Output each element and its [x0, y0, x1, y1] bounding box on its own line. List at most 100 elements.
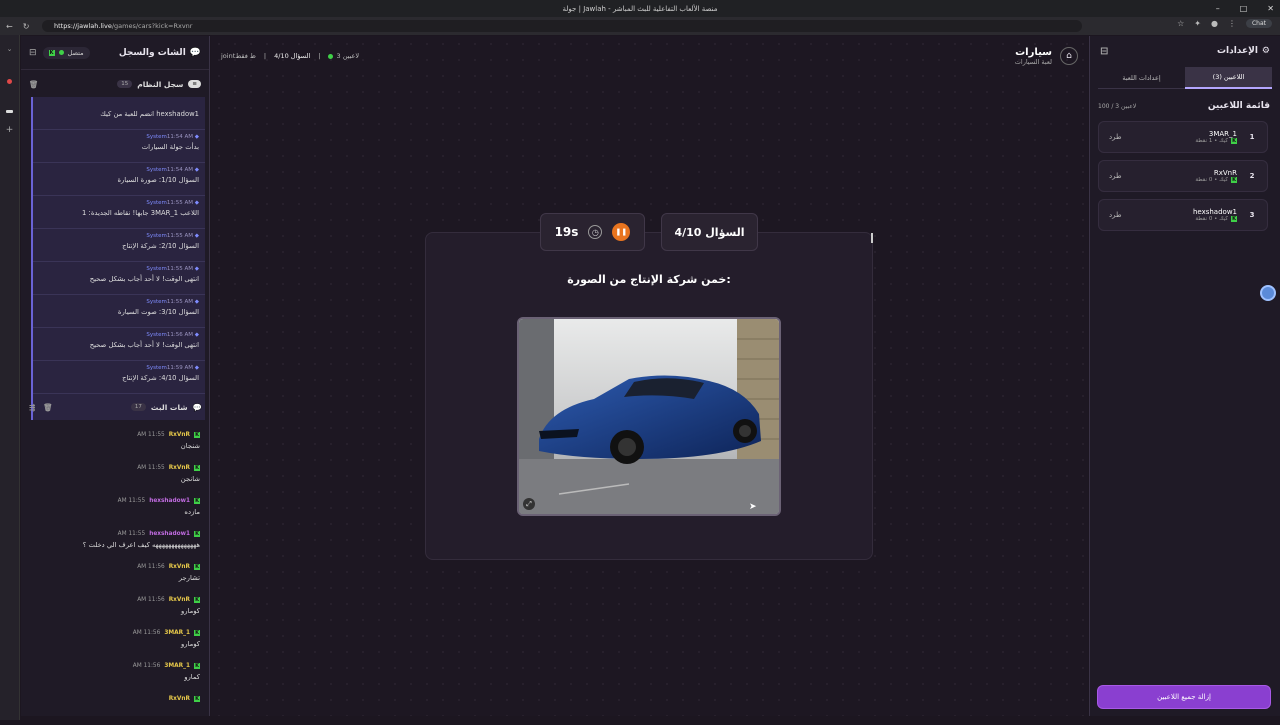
- chat-author[interactable]: RxVnR: [169, 696, 190, 702]
- log-meta: ◆ System11:55 AM: [39, 266, 199, 272]
- star-icon[interactable]: ☆: [1177, 19, 1184, 28]
- collapse-panel-icon[interactable]: ⊟: [29, 48, 37, 58]
- question-counter: السؤال 4/10: [661, 213, 758, 251]
- kick-icon: K: [194, 564, 200, 570]
- player-rank: 1: [1249, 133, 1255, 141]
- status-text: متصل: [67, 48, 84, 57]
- chat-message: K RxVnR 11:55 AM شنجان: [21, 428, 210, 461]
- kick-player-button[interactable]: طرد: [1109, 211, 1122, 219]
- assistant-icon[interactable]: [1260, 285, 1276, 301]
- player-rank: 3: [1249, 211, 1255, 219]
- chat-text: شنجان: [180, 442, 200, 450]
- chat-message: K 3MAR_1 11:56 AM كمارو: [21, 659, 210, 692]
- shield-icon: ◆: [194, 233, 199, 239]
- chat-log-panel: ⊟ K متصل الشات والسجل 💬 🗑 15 سجل النظام ≡ he…: [21, 36, 210, 716]
- kick-icon: K: [194, 465, 200, 471]
- back-icon[interactable]: ←: [6, 22, 13, 31]
- shield-icon: ◆: [194, 266, 199, 272]
- timer-value: 19s: [554, 225, 579, 239]
- log-entry: ◆ System11:54 AM السؤال 1/10: صورة السيار…: [33, 163, 205, 196]
- gear-icon: ⚙: [1261, 46, 1270, 56]
- log-text: السؤال 4/10: شركة الإنتاج: [122, 374, 199, 382]
- tab-players[interactable]: اللاعبين (3): [1185, 67, 1272, 89]
- collapse-panel-icon[interactable]: ⊟: [1100, 46, 1108, 57]
- chat-count: 17: [130, 403, 146, 411]
- players-list: طرد 3MAR_1 كيك • 1 نقطة K 1 طرد RxVnR كيك • 0 ن…: [1090, 121, 1280, 231]
- online-dot: [58, 50, 64, 55]
- chat-author[interactable]: RxVnR: [169, 597, 190, 603]
- chat-time: 11:55 AM: [117, 531, 146, 537]
- chevron-icon[interactable]: ⌄: [0, 45, 19, 53]
- pause-button[interactable]: ❚❚: [612, 223, 631, 241]
- kick-player-button[interactable]: طرد: [1109, 172, 1122, 180]
- question-text: خمن شركة الإنتاج من الصورة:: [567, 273, 731, 286]
- chat-time: 11:56 AM: [137, 564, 165, 570]
- url-field[interactable]: https://jawlah.live/games/cars?kick=Rxvn…: [42, 20, 1082, 32]
- record-icon[interactable]: [7, 79, 12, 84]
- log-entry: ◆ System11:55 AM السؤال 2/10: شركة الإنتا…: [33, 229, 205, 262]
- player-name: 3MAR_1: [1208, 130, 1237, 138]
- chat-author[interactable]: RxVnR: [169, 432, 190, 438]
- filter-icon[interactable]: ⇶: [29, 403, 35, 412]
- kick-icon: K: [1231, 138, 1237, 144]
- clock-icon: ◷: [588, 225, 603, 239]
- remove-all-players-button[interactable]: إزالة جميع اللاعبين: [1098, 686, 1270, 708]
- chat-button[interactable]: Chat: [1245, 19, 1272, 28]
- log-time: 11:55 AM: [166, 299, 194, 305]
- log-author: System: [146, 167, 167, 173]
- chat-author[interactable]: RxVnR: [169, 465, 190, 471]
- kick-icon: K: [1231, 177, 1237, 183]
- menu-icon[interactable]: ⋮: [1228, 19, 1236, 28]
- shield-icon: ◆: [194, 332, 199, 338]
- players-count: 3 لاعبين: [336, 52, 360, 60]
- log-time: 11:54 AM: [166, 134, 194, 140]
- log-entry: ◆ System11:54 AM بدأت جولة السيارات: [33, 130, 205, 163]
- kick-player-button[interactable]: طرد: [1109, 133, 1122, 141]
- player-row: طرد hexshadow1 كيك • 0 نقطة K 3: [1098, 199, 1268, 231]
- maximize-icon[interactable]: □: [1240, 4, 1248, 13]
- system-log-list: hexshadow1 انضم للعبة من كيك ◆ System11:5…: [31, 97, 205, 420]
- profile-icon[interactable]: ●: [1211, 19, 1218, 28]
- chat-author[interactable]: 3MAR_1: [164, 630, 190, 636]
- chat-time: 11:56 AM: [132, 663, 161, 669]
- log-meta: ◆ System11:54 AM: [39, 134, 199, 140]
- chat-message: K RxVnR 11:55 AM شانجن: [21, 461, 210, 494]
- tab-game-settings[interactable]: إعدادات اللعبة: [1098, 67, 1185, 89]
- settings-title: الإعدادات: [1216, 46, 1258, 56]
- chat-author[interactable]: hexshadow1: [149, 498, 190, 504]
- timer-box: 19s ◷ ❚❚: [540, 213, 645, 251]
- close-icon[interactable]: ✕: [1267, 4, 1274, 13]
- expand-image-icon[interactable]: ⤢: [523, 498, 535, 510]
- app-icon[interactable]: [6, 110, 13, 113]
- log-meta: ◆ System11:56 AM: [39, 332, 199, 338]
- home-icon[interactable]: ⌂: [1060, 47, 1078, 65]
- game-name: سيارات: [1015, 46, 1052, 58]
- minimize-icon[interactable]: –: [1216, 4, 1220, 13]
- chat-text: ههههههههههههههه كيف اعرف الي دخلت ؟: [82, 541, 200, 549]
- chat-author[interactable]: RxVnR: [169, 564, 190, 570]
- log-author: System: [146, 332, 167, 338]
- trash-icon[interactable]: 🗑: [43, 403, 53, 412]
- url-path: /games/cars?kick=Rxvnr: [111, 22, 193, 30]
- chat-author[interactable]: hexshadow1: [149, 531, 190, 537]
- add-icon[interactable]: +: [0, 125, 19, 135]
- browser-side-strip: ⌄ +: [0, 35, 20, 720]
- reload-icon[interactable]: ↻: [23, 22, 30, 31]
- log-text: السؤال 3/10: صوت السيارة: [117, 308, 199, 316]
- log-author: System: [146, 299, 167, 305]
- player-rank: 2: [1249, 172, 1255, 180]
- log-entry: ◆ System11:55 AM اللاعب 3MAR_1 جابها! نقا…: [33, 196, 205, 229]
- browser-titlebar: جولة | Jawlah - منصة الألعاب التفاعلية ل…: [0, 0, 1280, 17]
- log-meta: ◆ System11:55 AM: [39, 233, 199, 239]
- log-entry: ◆ System11:55 AM السؤال 3/10: صوت السيارة: [33, 295, 205, 328]
- chat-text: تشارجر: [178, 574, 200, 582]
- log-entry: hexshadow1 انضم للعبة من كيك: [33, 97, 205, 130]
- extensions-icon[interactable]: ✦: [1194, 19, 1201, 28]
- trash-icon[interactable]: 🗑: [29, 80, 39, 89]
- chat-icon: 💬: [189, 47, 201, 58]
- log-author: System: [146, 134, 167, 140]
- log-time: 11:56 AM: [166, 332, 194, 338]
- url-host: https://jawlah.live: [54, 22, 112, 30]
- chat-author[interactable]: 3MAR_1: [164, 663, 190, 669]
- log-author: System: [146, 365, 167, 371]
